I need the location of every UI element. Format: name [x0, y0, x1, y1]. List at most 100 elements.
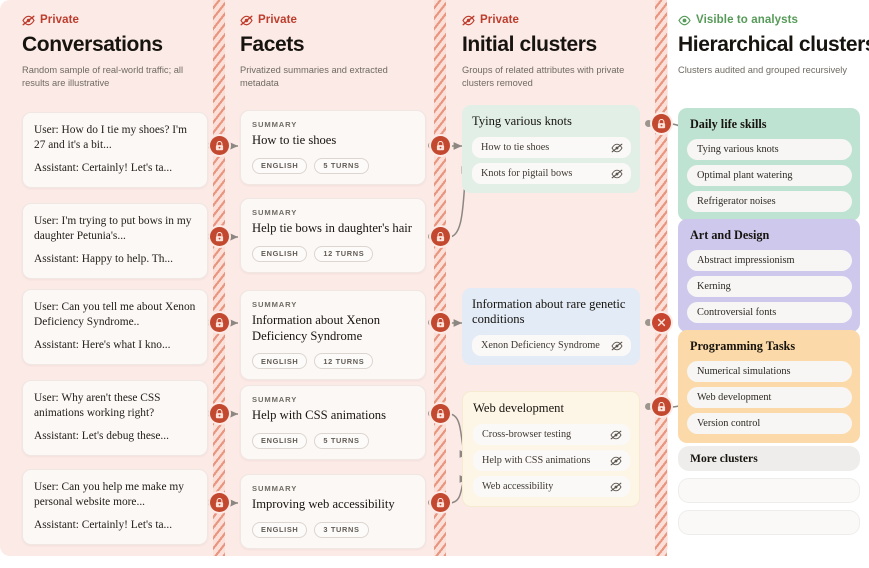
lock-node[interactable]: [210, 493, 229, 512]
cluster-item[interactable]: Cross-browser testing: [473, 424, 630, 445]
privacy-badge-facets: Private: [240, 14, 430, 26]
privacy-barrier-1: [213, 0, 225, 556]
conversation-card[interactable]: User: I'm trying to put bows in my daugh…: [22, 203, 208, 279]
placeholder-row[interactable]: [678, 478, 860, 503]
cluster-item[interactable]: Refrigerator noises: [687, 191, 852, 212]
more-clusters-row[interactable]: More clusters: [678, 446, 860, 471]
lock-icon: [657, 402, 666, 412]
eye-off-icon: [240, 15, 253, 26]
cluster-item[interactable]: Numerical simulations: [687, 361, 852, 382]
facet-section-label: SUMMARY: [252, 300, 414, 309]
cluster-item-list: Numerical simulations Web development Ve…: [687, 361, 852, 434]
conversation-assistant-line: Assistant: Here's what I kno...: [34, 338, 196, 353]
lock-node[interactable]: [431, 227, 450, 246]
conversation-card[interactable]: User: Can you help me make my personal w…: [22, 469, 208, 545]
lock-node[interactable]: [431, 136, 450, 155]
conversation-assistant-line: Assistant: Let's debug these...: [34, 429, 196, 444]
cluster-title: Tying various knots: [472, 114, 631, 129]
lock-icon: [436, 141, 445, 151]
hierarchical-cluster-card[interactable]: Art and Design Abstract impressionism Ke…: [678, 219, 860, 332]
lock-node[interactable]: [431, 404, 450, 423]
facet-summary: Help tie bows in daughter's hair: [252, 221, 414, 237]
lock-node[interactable]: [652, 397, 671, 416]
conversation-card[interactable]: User: How do I tie my shoes? I'm 27 and …: [22, 112, 208, 188]
facet-card[interactable]: SUMMARY How to tie shoes ENGLISH 5 TURNS: [240, 110, 426, 185]
facet-tag-language: ENGLISH: [252, 246, 307, 262]
column-title: Hierarchical clusters: [678, 33, 866, 57]
lock-node[interactable]: [652, 114, 671, 133]
facet-card[interactable]: SUMMARY Information about Xenon Deficien…: [240, 290, 426, 380]
lock-icon: [436, 318, 445, 328]
privacy-badge-label: Visible to analysts: [696, 14, 798, 26]
privacy-badge-label: Private: [40, 14, 79, 26]
facet-tag-language: ENGLISH: [252, 158, 307, 174]
lock-icon: [436, 409, 445, 419]
privacy-badge-hierarchical-clusters: Visible to analysts: [678, 14, 866, 26]
cluster-item-list: Cross-browser testing Help with CSS anim…: [473, 424, 630, 497]
cluster-item[interactable]: Abstract impressionism: [687, 250, 852, 271]
facet-tag-language: ENGLISH: [252, 522, 307, 538]
cluster-item[interactable]: How to tie shoes: [472, 137, 631, 158]
facet-section-label: SUMMARY: [252, 395, 414, 404]
cross-icon: [657, 318, 666, 327]
facet-tags: ENGLISH 12 TURNS: [252, 353, 414, 369]
initial-cluster-card[interactable]: Information about rare genetic condition…: [462, 288, 640, 365]
cluster-item[interactable]: Web accessibility: [473, 476, 630, 497]
conversation-assistant-line: Assistant: Certainly! Let's ta...: [34, 161, 196, 176]
facet-tags: ENGLISH 12 TURNS: [252, 246, 414, 262]
lock-icon: [215, 409, 224, 419]
facet-section-label: SUMMARY: [252, 120, 414, 129]
cluster-item[interactable]: Knots for pigtail bows: [472, 163, 631, 184]
eye-off-icon: [462, 15, 475, 26]
placeholder-row[interactable]: [678, 510, 860, 535]
initial-cluster-card[interactable]: Web development Cross-browser testing He…: [462, 391, 640, 507]
lock-node[interactable]: [210, 404, 229, 423]
cluster-item[interactable]: Optimal plant watering: [687, 165, 852, 186]
lock-node[interactable]: [210, 313, 229, 332]
facet-tag-language: ENGLISH: [252, 433, 307, 449]
facet-tags: ENGLISH 5 TURNS: [252, 433, 414, 449]
lock-node[interactable]: [431, 313, 450, 332]
conversation-user-line: User: Can you help me make my personal w…: [34, 480, 196, 510]
conversation-user-line: User: Can you tell me about Xenon Defici…: [34, 300, 196, 330]
cluster-title: Information about rare genetic condition…: [472, 297, 631, 327]
column-hierarchical-clusters: Visible to analysts Hierarchical cluster…: [678, 0, 866, 568]
cluster-item[interactable]: Tying various knots: [687, 139, 852, 160]
initial-cluster-card[interactable]: Tying various knots How to tie shoes Kno…: [462, 105, 640, 193]
cluster-item[interactable]: Help with CSS animations: [473, 450, 630, 471]
cluster-item-label: Web accessibility: [482, 481, 553, 492]
hierarchical-cluster-card[interactable]: Programming Tasks Numerical simulations …: [678, 330, 860, 443]
lock-node[interactable]: [210, 136, 229, 155]
column-title: Facets: [240, 33, 430, 57]
lock-icon: [215, 498, 224, 508]
lock-icon: [436, 498, 445, 508]
cluster-item[interactable]: Xenon Deficiency Syndrome: [472, 335, 631, 356]
column-title: Initial clusters: [462, 33, 652, 57]
facet-card[interactable]: SUMMARY Help with CSS animations ENGLISH…: [240, 385, 426, 460]
column-title: Conversations: [22, 33, 212, 57]
cluster-item[interactable]: Controversial fonts: [687, 302, 852, 323]
cluster-item[interactable]: Kerning: [687, 276, 852, 297]
facet-card[interactable]: SUMMARY Improving web accessibility ENGL…: [240, 474, 426, 549]
eye-off-icon: [611, 341, 623, 351]
facet-section-label: SUMMARY: [252, 484, 414, 493]
cluster-item[interactable]: Version control: [687, 413, 852, 434]
cluster-item[interactable]: Web development: [687, 387, 852, 408]
pipeline-diagram: Private Conversations Random sample of r…: [0, 0, 869, 568]
cluster-item-list: Xenon Deficiency Syndrome: [472, 335, 631, 356]
conversation-card[interactable]: User: Why aren't these CSS animations wo…: [22, 380, 208, 456]
lock-node[interactable]: [431, 493, 450, 512]
eye-off-icon: [611, 169, 623, 179]
blocked-node[interactable]: [652, 313, 671, 332]
facet-summary: Help with CSS animations: [252, 408, 414, 424]
eye-off-icon: [22, 15, 35, 26]
column-conversations: Private Conversations Random sample of r…: [22, 0, 212, 568]
facet-tag-turns: 3 TURNS: [314, 522, 368, 538]
facet-summary: How to tie shoes: [252, 133, 414, 149]
lock-icon: [215, 318, 224, 328]
hierarchical-cluster-card[interactable]: Daily life skills Tying various knots Op…: [678, 108, 860, 221]
eye-off-icon: [610, 482, 622, 492]
conversation-card[interactable]: User: Can you tell me about Xenon Defici…: [22, 289, 208, 365]
facet-card[interactable]: SUMMARY Help tie bows in daughter's hair…: [240, 198, 426, 273]
lock-node[interactable]: [210, 227, 229, 246]
